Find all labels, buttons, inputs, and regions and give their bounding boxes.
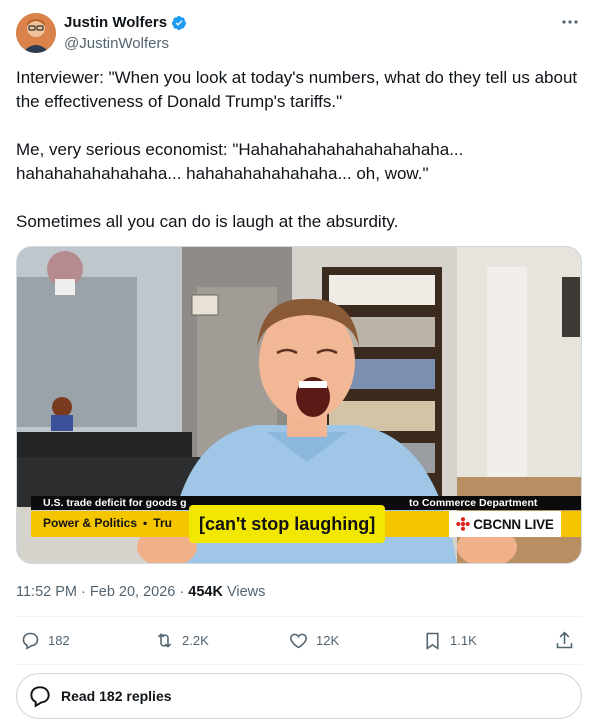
network-logo: CBCNN LIVE	[449, 511, 561, 537]
like-button[interactable]: 12K	[288, 630, 339, 651]
ticker-text-left: U.S. trade deficit for goods g	[43, 497, 187, 509]
tweet-video[interactable]: U.S. trade deficit for goods g to Commer…	[16, 246, 582, 564]
views-label: Views	[226, 584, 266, 600]
action-bar: 182 2.2K 12K 1.1K	[16, 626, 582, 660]
show-name: Power & Politics ▪ Tru	[43, 516, 172, 530]
bookmark-count: 1.1K	[450, 633, 477, 648]
network-label: CBCNN LIVE	[473, 516, 554, 532]
bookmark-button[interactable]: 1.1K	[422, 630, 477, 651]
video-caption: [can't stop laughing]	[189, 505, 386, 543]
tweet-paragraph: Me, very serious economist: "Hahahahahah…	[16, 140, 464, 183]
author-display-name[interactable]: Justin Wolfers	[64, 14, 167, 32]
bookmark-icon	[426, 632, 439, 650]
views-count: 454K	[188, 584, 223, 600]
meta-separator: ·	[179, 584, 185, 600]
reply-button[interactable]: 182	[20, 630, 70, 651]
author-name-row: Justin Wolfers	[64, 14, 187, 32]
tweet-time[interactable]: 11:52 PM	[16, 584, 77, 600]
meta-separator: ·	[81, 584, 86, 600]
tweet-paragraph: Interviewer: "When you look at today's n…	[16, 68, 578, 111]
show-topic: Tru	[153, 516, 172, 530]
tweet-meta: 11:52 PM · Feb 20, 2026 · 454K Views	[16, 583, 265, 601]
ticker-text-right: to Commerce Department	[409, 497, 538, 509]
tweet-paragraph: Sometimes all you can do is laugh at the…	[16, 212, 399, 231]
reply-icon	[22, 632, 39, 650]
like-count: 12K	[316, 633, 340, 648]
repost-icon	[157, 633, 172, 648]
divider	[16, 664, 582, 665]
cbc-gem-icon	[456, 517, 470, 531]
show-separator: ▪	[143, 516, 148, 530]
read-replies-label: Read 182 replies	[61, 688, 172, 704]
tweet-header: Justin Wolfers @JustinWolfers	[16, 10, 582, 60]
read-replies-button[interactable]: Read 182 replies	[16, 673, 582, 719]
heart-icon	[290, 633, 307, 649]
share-button[interactable]	[554, 630, 575, 651]
author-avatar[interactable]	[16, 13, 56, 53]
tweet-date[interactable]: Feb 20, 2026	[90, 584, 175, 600]
verified-badge-icon	[171, 15, 187, 31]
reply-count: 182	[48, 633, 70, 648]
tweet-text: Interviewer: "When you look at today's n…	[16, 66, 586, 234]
reply-bubble-icon	[30, 686, 50, 708]
show-name-label: Power & Politics	[43, 516, 138, 530]
divider	[16, 616, 582, 617]
author-handle[interactable]: @JustinWolfers	[64, 35, 169, 53]
repost-count: 2.2K	[182, 633, 209, 648]
more-options-icon[interactable]	[558, 12, 582, 32]
repost-button[interactable]: 2.2K	[154, 630, 209, 651]
share-icon	[556, 631, 573, 649]
